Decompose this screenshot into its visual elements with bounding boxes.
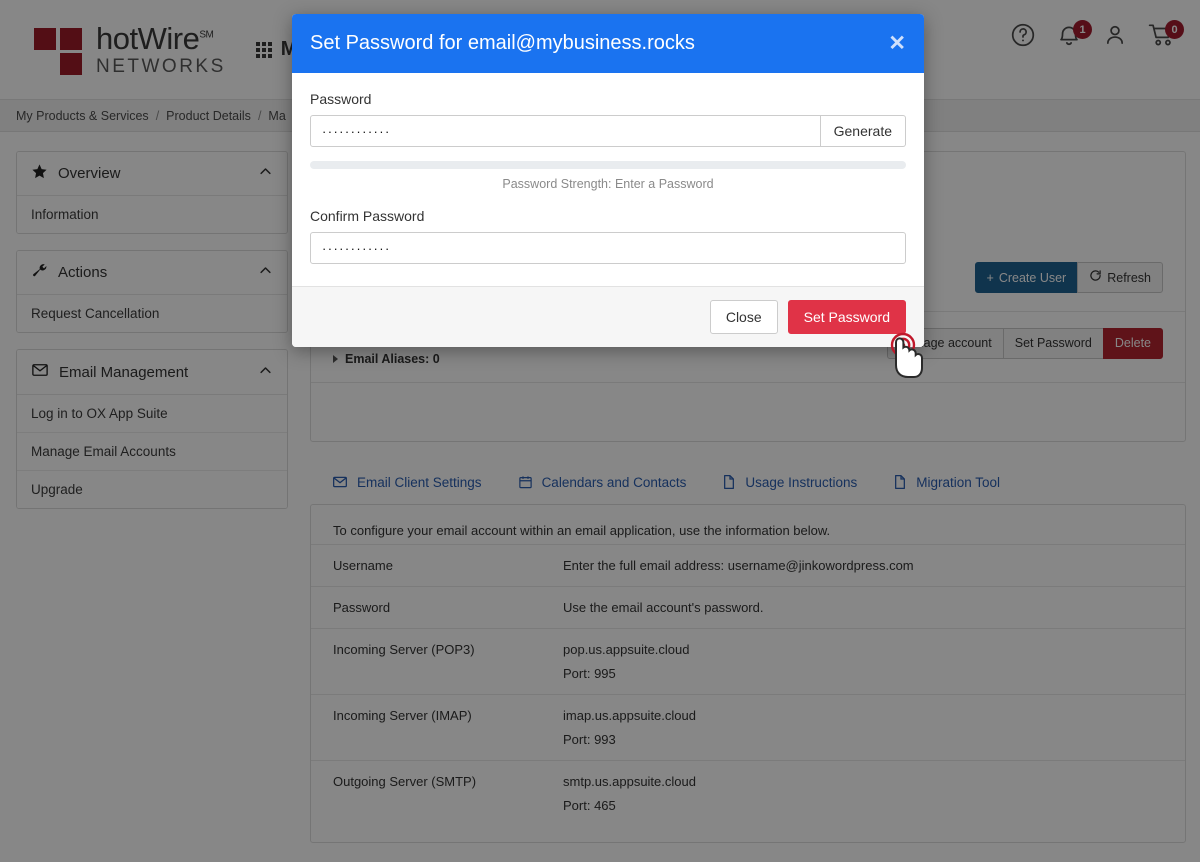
password-strength-text: Password Strength: Enter a Password xyxy=(502,177,714,191)
modal-close-button[interactable]: Close xyxy=(709,300,778,334)
modal-header: Set Password for email@mybusiness.rocks … xyxy=(292,14,924,73)
password-input[interactable] xyxy=(310,115,821,147)
close-icon[interactable]: ✕ xyxy=(888,33,906,54)
password-input-group: Generate xyxy=(310,115,906,147)
set-password-modal: Set Password for email@mybusiness.rocks … xyxy=(292,14,924,347)
confirm-password-label: Confirm Password xyxy=(310,208,425,224)
password-label: Password xyxy=(310,91,372,107)
confirm-password-input[interactable] xyxy=(310,232,906,264)
app-root: hotWireSM NETWORKS My A xyxy=(0,0,1200,862)
confirm-password-section: Confirm Password xyxy=(310,208,906,264)
generate-password-button[interactable]: Generate xyxy=(820,115,906,147)
modal-set-password-button[interactable]: Set Password xyxy=(787,300,906,334)
modal-title: Set Password for email@mybusiness.rocks xyxy=(310,32,695,54)
modal-body: Password Generate Password Strength: Ent… xyxy=(292,73,924,286)
password-strength-bar xyxy=(310,161,906,169)
modal-footer: Close Set Password xyxy=(292,286,924,347)
